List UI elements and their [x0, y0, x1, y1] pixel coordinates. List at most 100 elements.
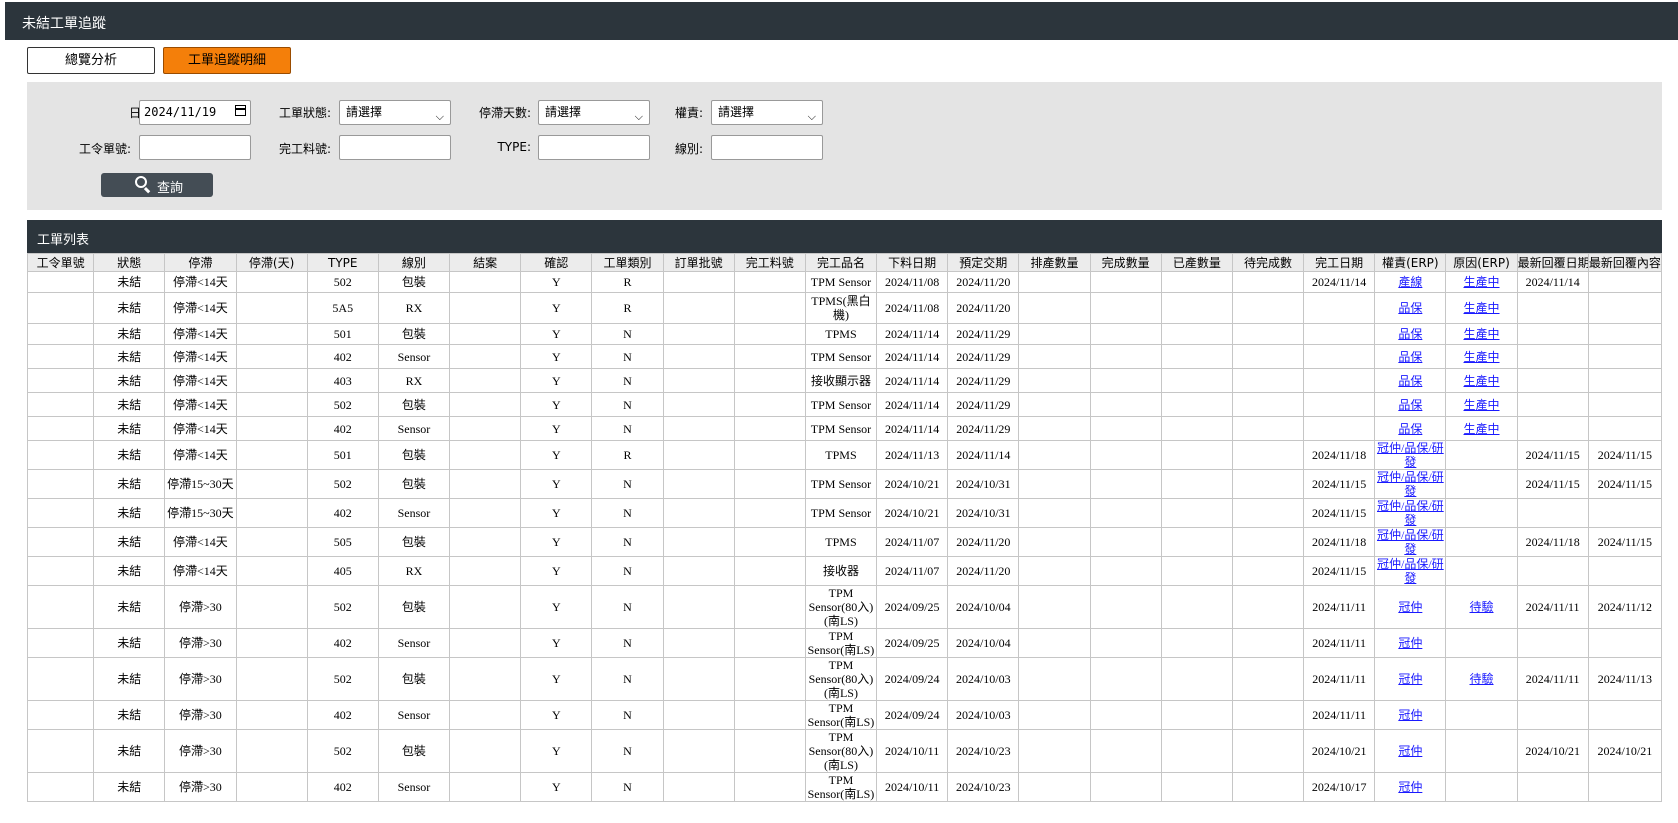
table-cell-cat: N: [591, 323, 664, 345]
table-row[interactable]: 未結 停滯>30 402 Sensor Y N TPM Sensor(南LS) 2024/09…: [27, 700, 1662, 730]
table-row[interactable]: 未結 停滯>30 502 包裝 Y N TPM Sensor(80入)(南LS) 2024/1…: [27, 729, 1662, 773]
table-cell-done: 2024/11/11: [1303, 585, 1376, 629]
table-cell-name: TPM Sensor: [804, 416, 878, 441]
table-cell: [27, 271, 95, 293]
reason-link[interactable]: 生產中: [1464, 374, 1500, 388]
table-cell: [733, 527, 806, 557]
owner-link[interactable]: 冠仲: [1398, 672, 1422, 686]
owner-link[interactable]: 冠仲: [1398, 636, 1422, 650]
table-cell-name: TPM Sensor: [804, 344, 878, 369]
table-cell-reply-date: 2024/11/15: [1516, 469, 1589, 499]
table-cell: [733, 392, 806, 417]
reason-link[interactable]: 待驗: [1470, 672, 1494, 686]
table-cell: [1089, 657, 1162, 701]
owner-link[interactable]: 品保: [1398, 327, 1422, 341]
table-row[interactable]: 未結 停滯<14天 405 RX Y N 接收器 2024/11/07 2024/11/20 20…: [27, 556, 1662, 586]
table-cell: [662, 556, 735, 586]
table-cell-reason: 生產中: [1445, 368, 1518, 393]
table-cell-reply: [1587, 368, 1662, 393]
table-row[interactable]: 未結 停滯>30 502 包裝 Y N TPM Sensor(80入)(南LS) 2024/0…: [27, 657, 1662, 701]
table-cell-stag: 停滯<14天: [164, 292, 237, 324]
table-row[interactable]: 未結 停滯15~30天 502 包裝 Y N TPM Sensor 2024/10/21 202…: [27, 469, 1662, 499]
table-cell-done: [1303, 392, 1376, 417]
table-cell-name: TPM Sensor: [804, 392, 878, 417]
table-cell-name: TPM Sensor: [804, 271, 878, 293]
table-cell-owner: 冠仲: [1374, 657, 1447, 701]
table-cell-stag: 停滯<14天: [164, 440, 237, 470]
search-button[interactable]: 查詢: [101, 173, 213, 197]
table-row[interactable]: 未結 停滯<14天 502 包裝 Y N TPM Sensor 2024/11/14 2024/…: [27, 392, 1662, 417]
table-cell: [235, 469, 308, 499]
table-cell: [662, 323, 735, 345]
owner-link[interactable]: 品保: [1398, 374, 1422, 388]
table-cell: [733, 700, 806, 730]
table-cell: [1089, 585, 1162, 629]
column-header: 線別: [377, 253, 451, 272]
table-cell-status: 未結: [93, 772, 166, 802]
table-row[interactable]: 未結 停滯<14天 501 包裝 Y N TPMS 2024/11/14 2024/11/29 品…: [27, 323, 1662, 345]
table-cell: [235, 556, 308, 586]
owner-link[interactable]: 產線: [1398, 275, 1422, 289]
status-label: 工單狀態:: [278, 106, 331, 120]
owner-link[interactable]: 冠仲/品保/研發: [1377, 500, 1444, 527]
reason-link[interactable]: 生產中: [1464, 275, 1500, 289]
owner-link[interactable]: 冠仲/品保/研發: [1377, 442, 1444, 469]
table-cell: [235, 628, 308, 658]
reason-link[interactable]: 生產中: [1464, 301, 1500, 315]
part-input[interactable]: [339, 135, 451, 160]
owner-link[interactable]: 冠仲: [1398, 708, 1422, 722]
table-row[interactable]: 未結 停滯<14天 402 Sensor Y N TPM Sensor 2024/11/14 2…: [27, 344, 1662, 369]
table-cell: [1231, 585, 1305, 629]
table-cell-owner: 冠仲/品保/研發: [1374, 469, 1447, 499]
owner-link[interactable]: 冠仲: [1398, 744, 1422, 758]
table-cell: [1160, 657, 1233, 701]
column-header: 最新回覆內容: [1587, 253, 1662, 272]
table-cell: [27, 628, 95, 658]
owner-link[interactable]: 冠仲: [1398, 600, 1422, 614]
table-row[interactable]: 未結 停滯15~30天 402 Sensor Y N TPM Sensor 2024/10/2…: [27, 498, 1662, 528]
table-cell-reply-date: 2024/11/18: [1516, 527, 1589, 557]
line-input[interactable]: [711, 135, 823, 160]
owner-link[interactable]: 品保: [1398, 398, 1422, 412]
table-cell: [1160, 368, 1233, 393]
table-cell-done: 2024/11/11: [1303, 700, 1376, 730]
table-cell-owner: 冠仲: [1374, 729, 1447, 773]
table-cell-start: 2024/11/13: [876, 440, 949, 470]
owner-link[interactable]: 冠仲/品保/研發: [1377, 558, 1444, 585]
table-row[interactable]: 未結 停滯>30 402 Sensor Y N TPM Sensor(南LS) 2024/10…: [27, 772, 1662, 802]
reason-link[interactable]: 待驗: [1470, 600, 1494, 614]
table-row[interactable]: 未結 停滯<14天 502 包裝 Y R TPM Sensor 2024/11/08 2024/…: [27, 271, 1662, 293]
table-row[interactable]: 未結 停滯<14天 402 Sensor Y N TPM Sensor 2024/11/14 2…: [27, 416, 1662, 441]
reason-link[interactable]: 生產中: [1464, 398, 1500, 412]
table-row[interactable]: 未結 停滯>30 502 包裝 Y N TPM Sensor(80入)(南LS) 2024/0…: [27, 585, 1662, 629]
table-row[interactable]: 未結 停滯<14天 505 包裝 Y N TPMS 2024/11/07 2024/11/20 2…: [27, 527, 1662, 557]
owner-link[interactable]: 品保: [1398, 422, 1422, 436]
owner-select[interactable]: 請選擇 ⌵: [711, 100, 823, 125]
table-cell-confirm: Y: [520, 772, 593, 802]
table-cell-start: 2024/11/08: [876, 292, 949, 324]
tab-detail[interactable]: 工單追蹤明細: [163, 47, 291, 74]
owner-link[interactable]: 冠仲/品保/研發: [1377, 471, 1444, 498]
reason-link[interactable]: 生產中: [1464, 327, 1500, 341]
table-cell: [1018, 344, 1091, 369]
table-row[interactable]: 未結 停滯<14天 5A5 RX Y R TPMS(黑白機) 2024/11/08 2024/1…: [27, 292, 1662, 324]
table-cell: [235, 323, 308, 345]
table-cell-done: 2024/11/15: [1303, 556, 1376, 586]
reason-link[interactable]: 生產中: [1464, 350, 1500, 364]
table-row[interactable]: 未結 停滯>30 402 Sensor Y N TPM Sensor(南LS) 2024/09…: [27, 628, 1662, 658]
owner-link[interactable]: 品保: [1398, 301, 1422, 315]
table-cell-line: Sensor: [377, 772, 451, 802]
table-row[interactable]: 未結 停滯<14天 403 RX Y N 接收顯示器 2024/11/14 2024/11/29…: [27, 368, 1662, 393]
owner-link[interactable]: 品保: [1398, 350, 1422, 364]
table-row[interactable]: 未結 停滯<14天 501 包裝 Y R TPMS 2024/11/13 2024/11/14 2…: [27, 440, 1662, 470]
table-cell: [733, 292, 806, 324]
owner-link[interactable]: 冠仲: [1398, 780, 1422, 794]
tab-overview[interactable]: 總覽分析: [27, 47, 155, 74]
table-cell-start: 2024/10/21: [876, 469, 949, 499]
reason-link[interactable]: 生產中: [1464, 422, 1500, 436]
owner-link[interactable]: 冠仲/品保/研發: [1377, 529, 1444, 556]
table-cell-start: 2024/09/24: [876, 700, 949, 730]
table-cell-status: 未結: [93, 469, 166, 499]
order-input[interactable]: [139, 135, 251, 160]
table-cell: [235, 585, 308, 629]
